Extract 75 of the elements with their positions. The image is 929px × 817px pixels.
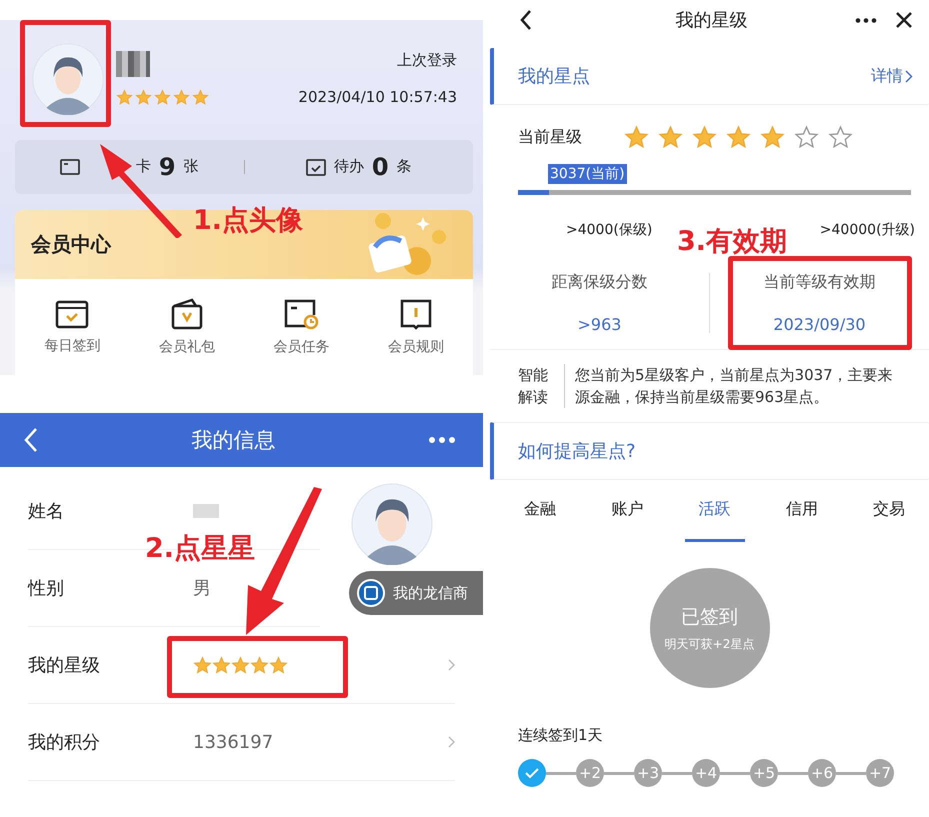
summary-label: 待办: [334, 157, 364, 176]
stat-value: >963: [578, 315, 622, 334]
action-label[interactable]: 每日签到: [44, 337, 100, 356]
day-marker: +6: [808, 759, 836, 787]
field-value: 男: [193, 578, 211, 599]
wallet-icon: [170, 298, 204, 330]
streak-label: 连续签到1天: [518, 726, 604, 745]
chevron-icon: [905, 70, 913, 82]
tab[interactable]: 交易: [859, 480, 919, 542]
annotation-label: 2.点星星: [145, 532, 256, 566]
stat-label: 当前等级有效期: [764, 272, 876, 293]
threshold-label: >4000(保级): [566, 221, 652, 239]
star-icon: [269, 656, 288, 675]
star-icon: [154, 89, 171, 106]
action-label[interactable]: 会员任务: [273, 338, 330, 356]
calendar-check-icon: [55, 299, 90, 330]
calendar-check-icon: [306, 158, 326, 176]
tab[interactable]: 活跃: [684, 480, 744, 542]
screen-title: 我的信息: [192, 427, 276, 454]
redacted-name: [116, 51, 150, 78]
current-points-tag: 3037(当前): [548, 164, 627, 184]
summary-count: 9: [158, 152, 176, 181]
member-title: 会员中心: [31, 230, 111, 258]
day-marker: +7: [866, 759, 894, 787]
avatar-icon[interactable]: [351, 483, 433, 565]
day-marker: +5: [750, 759, 778, 787]
floating-badge[interactable]: 我的龙信商: [349, 571, 483, 615]
redacted-name: [193, 504, 219, 518]
tab[interactable]: 账户: [597, 480, 658, 542]
details-link[interactable]: 详情: [871, 66, 913, 86]
star-icon: [250, 656, 269, 675]
star-icon: [135, 89, 152, 106]
day-marker: +4: [692, 759, 720, 787]
day-marker: +2: [576, 759, 604, 787]
last-login-time: 2023/04/10 10:57:43: [298, 88, 457, 106]
field-value: 1336197: [193, 732, 274, 752]
card-icon: [60, 158, 80, 175]
section-title: 如何提高星点?: [518, 440, 636, 463]
field-label: 性别: [28, 577, 65, 600]
field-label: 姓名: [28, 500, 65, 523]
action-label[interactable]: 会员规则: [388, 338, 444, 356]
tab[interactable]: 金融: [510, 480, 570, 542]
annotation-label: 3.有效期: [677, 225, 788, 259]
field-label: 我的星级: [28, 654, 101, 677]
screen-title: 我的星级: [676, 9, 748, 32]
stat-label: 距离保级分数: [552, 272, 648, 293]
star-icon: [193, 656, 212, 675]
star-icon: [231, 656, 250, 675]
back-icon[interactable]: [520, 9, 532, 31]
last-login-label: 上次登录: [397, 51, 457, 70]
action-label[interactable]: 会员礼包: [158, 338, 215, 356]
insight-text: 您当前为5星级客户，当前星点为3037，主要来源金融，保持当前星级需要963星点。: [564, 364, 903, 408]
close-icon[interactable]: [895, 11, 913, 29]
book-icon: [398, 298, 433, 330]
more-icon[interactable]: [855, 18, 877, 22]
star-icon: [116, 89, 133, 106]
section-title: 我的星点: [518, 65, 590, 88]
logo-icon: [357, 579, 385, 607]
summary-unit: 张: [184, 157, 199, 176]
summary-count: 0: [372, 152, 389, 181]
star-icon: [192, 89, 209, 106]
insight-label: 智能解读: [518, 365, 549, 408]
day-marker: +3: [634, 759, 662, 787]
summary-unit: 条: [396, 157, 412, 176]
avatar-icon[interactable]: [32, 42, 104, 115]
threshold-label: >40000(升级): [820, 221, 915, 239]
stat-value: 2023/09/30: [773, 315, 866, 334]
annotation-label: 1.点头像: [193, 204, 304, 238]
star-icon: [212, 656, 231, 675]
tab[interactable]: 信用: [772, 480, 832, 542]
card-clock-icon: [283, 298, 320, 330]
field-label: 我的积分: [28, 731, 101, 754]
level-label: 当前星级: [518, 127, 582, 148]
summary-label: 卡: [136, 157, 151, 176]
star-icon: [173, 89, 190, 106]
